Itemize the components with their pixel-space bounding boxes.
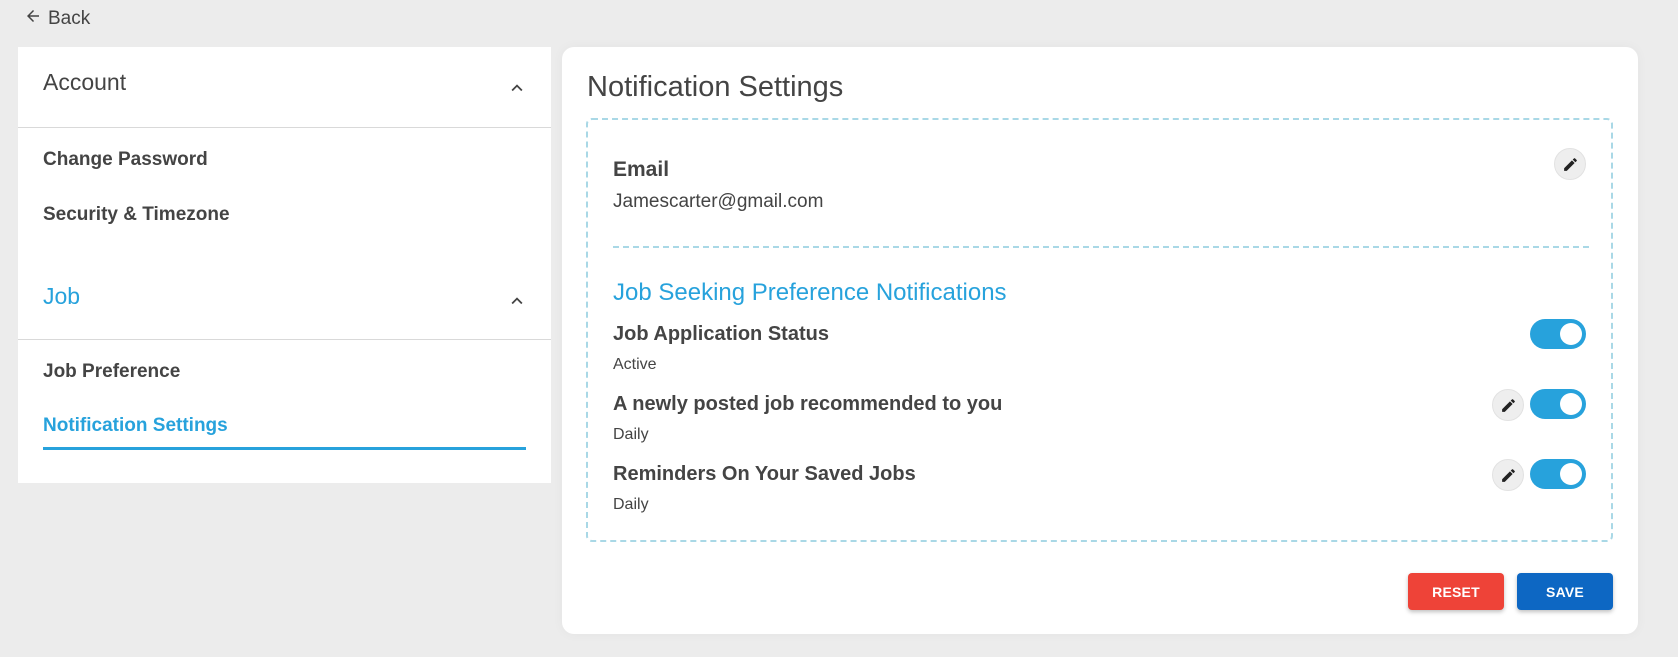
- settings-sidebar: Account Change Password Security & Timez…: [18, 47, 551, 483]
- arrow-left-icon: [24, 7, 42, 31]
- notification-frequency: Daily: [613, 426, 649, 443]
- notification-title: A newly posted job recommended to you: [613, 393, 1003, 415]
- edit-recommended-jobs-button[interactable]: [1492, 389, 1524, 421]
- notification-settings-card: Notification Settings Email Jamescarter@…: [562, 47, 1638, 634]
- sidebar-section-account[interactable]: Account: [18, 47, 551, 128]
- sidebar-section-title: Job: [43, 283, 81, 309]
- sidebar-item-change-password[interactable]: Change Password: [43, 149, 208, 171]
- toggle-knob: [1560, 463, 1582, 485]
- pencil-icon: [1501, 468, 1515, 482]
- toggle-knob: [1560, 323, 1582, 345]
- active-item-underline: [43, 447, 526, 450]
- notification-title: Reminders On Your Saved Jobs: [613, 463, 916, 485]
- toggle-knob: [1560, 393, 1582, 415]
- sidebar-section-job[interactable]: Job: [18, 259, 551, 340]
- back-link[interactable]: Back: [24, 6, 90, 32]
- page-title: Notification Settings: [587, 71, 844, 103]
- sidebar-job-items: Job Preference Notification Settings: [18, 340, 551, 480]
- notification-frequency: Active: [613, 356, 657, 373]
- notification-frequency: Daily: [613, 496, 649, 513]
- email-label: Email: [613, 158, 670, 181]
- save-button[interactable]: SAVE: [1517, 573, 1613, 610]
- sidebar-item-security-timezone[interactable]: Security & Timezone: [43, 204, 230, 226]
- notification-title: Job Application Status: [613, 323, 829, 345]
- pencil-icon: [1501, 398, 1515, 412]
- section-divider: [613, 246, 1589, 248]
- edit-email-button[interactable]: [1554, 148, 1586, 180]
- job-notifications-heading: Job Seeking Preference Notifications: [613, 279, 1007, 306]
- chevron-up-icon[interactable]: [506, 77, 528, 99]
- sidebar-section-title: Account: [43, 69, 127, 95]
- recommended-jobs-toggle[interactable]: [1530, 389, 1586, 419]
- job-application-status-toggle[interactable]: [1530, 319, 1586, 349]
- sidebar-account-items: Change Password Security & Timezone: [18, 128, 551, 259]
- back-label: Back: [48, 8, 91, 29]
- email-value: Jamescarter@gmail.com: [613, 191, 824, 212]
- reset-button[interactable]: RESET: [1408, 573, 1504, 610]
- saved-jobs-reminder-toggle[interactable]: [1530, 459, 1586, 489]
- settings-panel: Email Jamescarter@gmail.com Job Seeking …: [586, 118, 1613, 542]
- pencil-icon: [1563, 157, 1577, 171]
- chevron-up-icon[interactable]: [506, 290, 528, 312]
- sidebar-item-notification-settings[interactable]: Notification Settings: [43, 415, 228, 437]
- sidebar-item-job-preference[interactable]: Job Preference: [43, 361, 180, 383]
- edit-saved-jobs-reminder-button[interactable]: [1492, 459, 1524, 491]
